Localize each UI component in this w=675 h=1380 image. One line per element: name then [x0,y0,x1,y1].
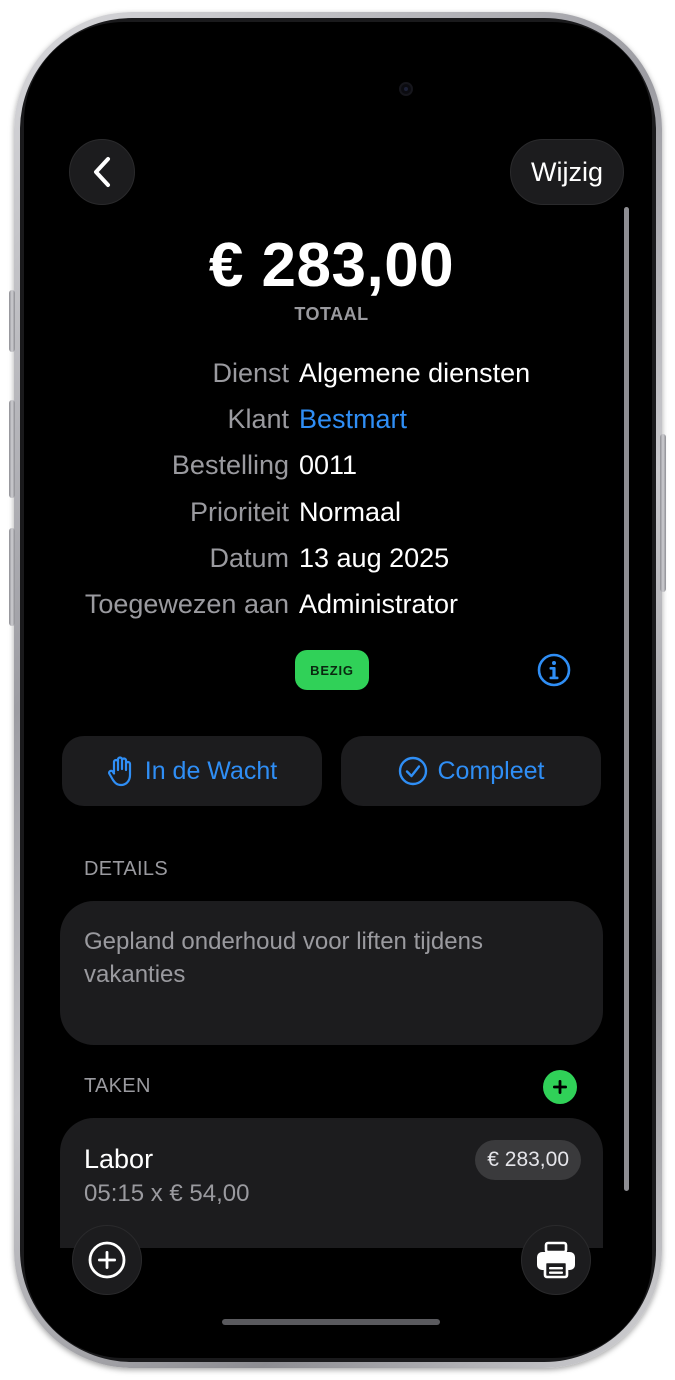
details-text: Gepland onderhoud voor liften tijdens va… [84,928,483,988]
complete-button[interactable]: Compleet [341,736,601,806]
chevron-left-icon [94,157,110,187]
service-value: Algemene diensten [299,358,531,388]
add-button[interactable] [72,1225,142,1295]
volume-up-button [9,400,15,498]
task-subtitle: 05:15 x € 54,00 [84,1180,250,1207]
status-badge: BEZIG [295,650,369,690]
print-button[interactable] [521,1225,591,1295]
edit-button-label: Wijzig [531,156,603,187]
home-indicator[interactable] [222,1319,440,1325]
screen: Wijzig € 283,00 TOTAAL Dienst Algemene d… [24,22,652,1358]
back-button[interactable] [69,139,135,205]
info-row-priority: Prioriteit Normaal [24,497,639,537]
info-row-date: Datum 13 aug 2025 [24,543,639,583]
hand-raised-icon [107,756,131,787]
details-card[interactable]: Gepland onderhoud voor liften tijdens va… [60,901,603,1045]
tasks-header: TAKEN [84,1075,151,1097]
info-row-client: Klant Bestmart [24,404,639,444]
printer-icon [537,1241,575,1279]
assigned-value: Administrator [299,589,459,619]
order-label: Bestelling [171,450,289,480]
total-amount: € 283,00 [208,231,455,300]
add-task-button[interactable] [543,1070,577,1104]
service-label: Dienst [212,358,289,388]
info-circle-icon [537,653,571,687]
info-button[interactable] [536,652,572,688]
action-side-button [9,290,15,352]
task-title: Labor [84,1144,154,1174]
front-camera [399,82,413,96]
client-link[interactable]: Bestmart [299,404,407,435]
volume-down-button [9,528,15,626]
scrollbar[interactable] [624,207,629,1191]
info-row-assigned: Toegewezen aan Administrator [24,589,639,629]
phone-frame: Wijzig € 283,00 TOTAAL Dienst Algemene d… [14,12,662,1368]
edit-button[interactable]: Wijzig [510,139,624,205]
plus-circle-icon [553,1080,567,1094]
task-price-badge: € 283,00 [475,1140,581,1180]
date-value: 13 aug 2025 [299,543,450,573]
hold-button[interactable]: In de Wacht [62,736,322,806]
hold-button-label: In de Wacht [144,756,278,785]
total-label: TOTAAL [294,304,369,324]
client-label: Klant [227,404,289,434]
power-side-button [660,434,666,592]
info-row-service: Dienst Algemene diensten [24,358,639,398]
order-value: 0011 [299,450,358,480]
assigned-label: Toegewezen aan [84,589,289,619]
priority-value: Normaal [299,497,402,527]
task-row[interactable]: Labor 05:15 x € 54,00 € 283,00 [60,1118,603,1248]
info-row-order: Bestelling 0011 [24,450,639,490]
plus-circle-icon [88,1241,126,1279]
complete-button-label: Compleet [437,756,545,785]
details-header: DETAILS [84,858,168,880]
date-label: Datum [209,543,289,573]
checkmark-circle-icon [398,756,427,786]
priority-label: Prioriteit [189,497,289,527]
